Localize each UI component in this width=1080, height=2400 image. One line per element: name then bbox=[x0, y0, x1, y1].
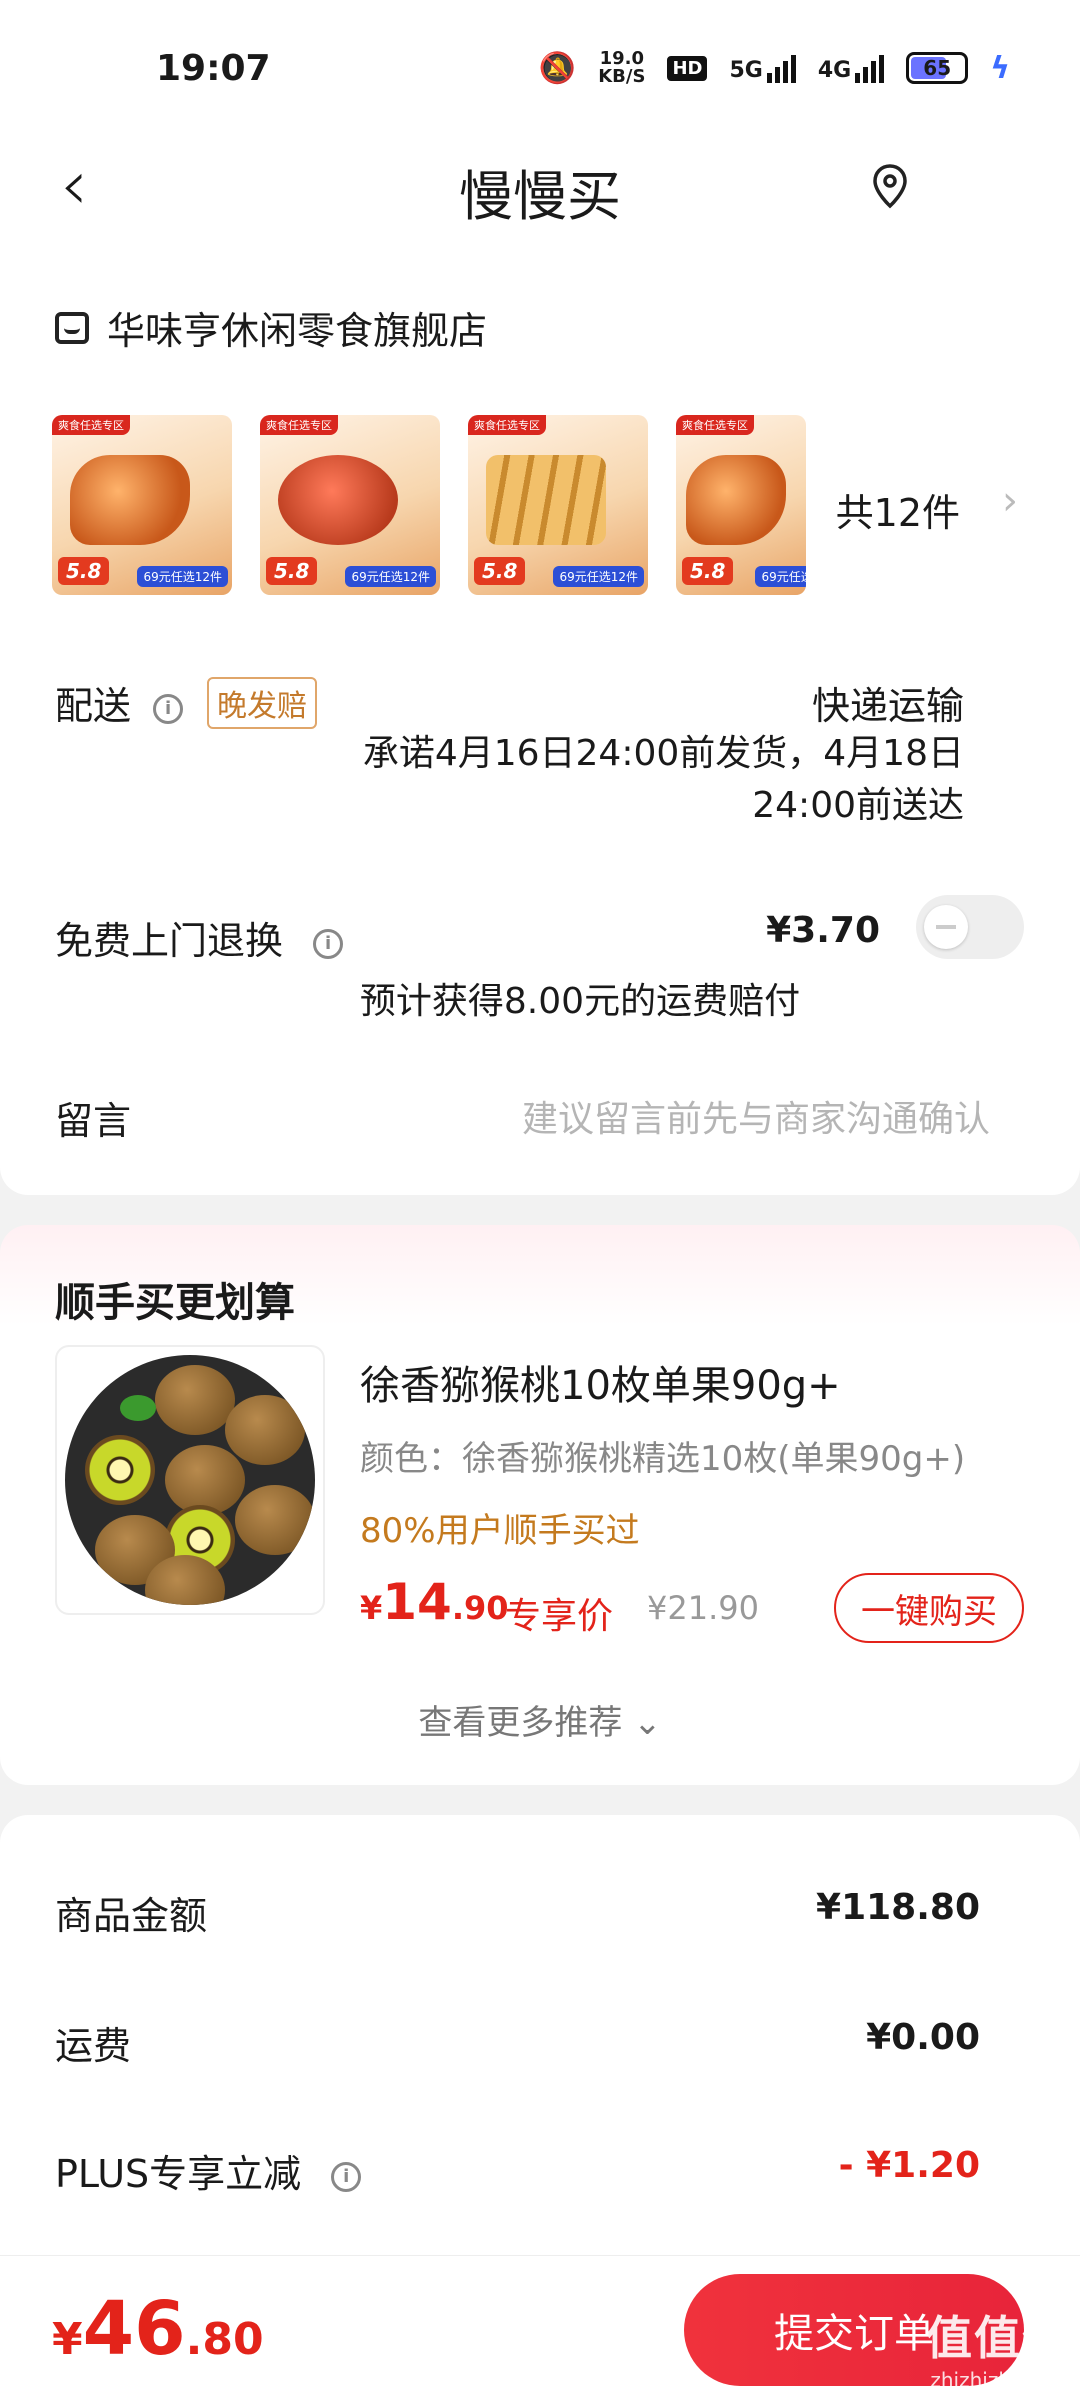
buy-percent: 80%用户顺手买过 bbox=[360, 1511, 640, 1551]
product-thumb[interactable]: 爽食任选专区 5.8 69元任选12件 bbox=[260, 415, 440, 595]
thumb-deal: 69元任选12件 bbox=[345, 566, 436, 587]
watermark: 值值值 zhizhizhi.com bbox=[926, 2302, 1070, 2392]
status-time: 19:07 bbox=[156, 48, 271, 89]
plus-discount-row: PLUS专享立减 i bbox=[55, 2143, 362, 2198]
refund-row-label: 免费上门退换 i bbox=[55, 910, 344, 965]
nav-bar: ‹ 慢慢买 bbox=[0, 130, 1080, 250]
refund-toggle[interactable] bbox=[916, 895, 1024, 959]
food-image bbox=[70, 455, 190, 545]
refund-note: 预计获得8.00元的运费赔付 bbox=[359, 981, 801, 1022]
price-dec: .90 bbox=[451, 1589, 509, 1627]
watermark-url: zhizhizhi.com bbox=[930, 2368, 1066, 2392]
product-thumbnails[interactable]: 爽食任选专区 5.8 69元任选12件 爽食任选专区 5.8 69元任选12件 … bbox=[52, 415, 806, 595]
order-card: 华味亨休闲零食旗舰店 爽食任选专区 5.8 69元任选12件 爽食任选专区 5.… bbox=[0, 250, 1080, 1195]
refund-label: 免费上门退换 bbox=[55, 919, 284, 963]
location-pin-icon[interactable] bbox=[870, 162, 910, 212]
store-name: 华味亨休闲零食旗舰店 bbox=[107, 309, 488, 353]
food-image bbox=[486, 455, 606, 545]
kiwi-product-image[interactable] bbox=[55, 1345, 325, 1615]
freight-label: 运费 bbox=[55, 2024, 132, 2068]
signal-5g-icon: 5G bbox=[729, 53, 796, 83]
total-price: ¥46.80 bbox=[52, 2286, 264, 2372]
info-icon[interactable]: i bbox=[313, 928, 344, 959]
plus-discount-label: PLUS专享立减 bbox=[55, 2152, 302, 2196]
total-dec: .80 bbox=[185, 2314, 264, 2365]
shipping-promise: 承诺4月16日24:00前发货，4月18日24:00前送达 bbox=[362, 733, 964, 826]
battery-icon: 65 bbox=[906, 52, 969, 84]
net1-label: 5G bbox=[729, 58, 763, 83]
product-thumb[interactable]: 爽食任选专区 5.8 69元任选12件 bbox=[52, 415, 232, 595]
thumb-tag: 爽食任选专区 bbox=[260, 415, 338, 435]
info-icon[interactable]: i bbox=[153, 693, 184, 724]
info-icon[interactable]: i bbox=[331, 2161, 362, 2192]
more-recommend-link[interactable]: 查看更多推荐 ⌄ bbox=[0, 1695, 1080, 1744]
page-title: 慢慢买 bbox=[459, 165, 621, 228]
price-summary: 商品金额 ¥118.80 运费 ¥0.00 PLUS专享立减 i - ¥1.20 bbox=[0, 1815, 1080, 2255]
one-click-buy-button[interactable]: 一键购买 bbox=[834, 1573, 1024, 1643]
shipping-label: 配送 bbox=[55, 684, 132, 728]
exclusive-label: 专享价 bbox=[505, 1596, 614, 1637]
kiwi-fruit bbox=[225, 1395, 305, 1465]
message-label: 留言 bbox=[55, 1099, 132, 1143]
refund-price: ¥3.70 bbox=[766, 910, 880, 951]
thumb-deal: 69元任选12件 bbox=[137, 566, 228, 587]
kiwi-fruit bbox=[235, 1485, 315, 1555]
checkout-footer: ¥46.80 提交订单 值值值 zhizhizhi.com bbox=[0, 2255, 1080, 2400]
status-icons: 🔕 19.0 KB/S HD 5G 4G 65 ϟ bbox=[539, 50, 1010, 86]
thumb-tag: 爽食任选专区 bbox=[52, 415, 130, 435]
kiwi-fruit bbox=[155, 1365, 235, 1435]
speed-unit: KB/S bbox=[598, 66, 646, 87]
product-price: ¥14.90 bbox=[360, 1573, 509, 1631]
shipping-row-label: 配送 i bbox=[55, 675, 184, 730]
shipping-method: 快递运输 bbox=[811, 684, 964, 728]
submit-label: 提交订单 bbox=[774, 2311, 934, 2357]
watermark-logo: 值值值 bbox=[926, 2311, 1070, 2365]
chevron-right-icon[interactable]: › bbox=[1002, 478, 1018, 524]
price-int: 14 bbox=[382, 1573, 452, 1631]
store-row[interactable]: 华味亨休闲零食旗舰店 bbox=[55, 300, 487, 355]
status-bar: 19:07 🔕 19.0 KB/S HD 5G 4G 65 ϟ bbox=[0, 0, 1080, 130]
product-thumb[interactable]: 爽食任选专区 5.8 69元任选12件 bbox=[676, 415, 806, 595]
thumb-price: 5.8 bbox=[266, 557, 318, 585]
goods-amount-value: ¥118.80 bbox=[816, 1887, 980, 1928]
freight-value: ¥0.00 bbox=[866, 2017, 980, 2058]
network-speed: 19.0 KB/S bbox=[598, 50, 645, 86]
net2-label: 4G bbox=[817, 58, 852, 83]
thumb-deal: 69元任选12件 bbox=[755, 566, 806, 587]
goods-amount-label: 商品金额 bbox=[55, 1894, 208, 1938]
thumb-price: 5.8 bbox=[682, 557, 734, 585]
signal-4g-icon: 4G bbox=[817, 53, 885, 83]
late-ship-badge: 晚发赔 bbox=[207, 677, 317, 729]
thumb-tag: 爽食任选专区 bbox=[676, 415, 754, 435]
plus-discount-value: - ¥1.20 bbox=[838, 2145, 980, 2186]
store-icon bbox=[55, 311, 89, 344]
thumb-price: 5.8 bbox=[58, 557, 110, 585]
recommend-heading: 顺手买更划算 bbox=[55, 1280, 295, 1326]
original-price: ¥21.90 bbox=[647, 1589, 759, 1627]
food-image bbox=[278, 455, 398, 545]
thumb-price: 5.8 bbox=[474, 557, 526, 585]
product-name[interactable]: 徐香猕猴桃10枚单果90g+ bbox=[360, 1353, 841, 1411]
charging-icon: ϟ bbox=[990, 50, 1010, 86]
total-symbol: ¥ bbox=[52, 2314, 83, 2365]
product-thumb[interactable]: 爽食任选专区 5.8 69元任选12件 bbox=[468, 415, 648, 595]
food-image bbox=[686, 455, 786, 545]
thumb-deal: 69元任选12件 bbox=[553, 566, 644, 587]
battery-level: 65 bbox=[923, 56, 952, 80]
thumb-tag: 爽食任选专区 bbox=[468, 415, 546, 435]
message-input[interactable]: 建议留言前先与商家沟通确认 bbox=[522, 1090, 990, 1142]
mute-bell-icon: 🔕 bbox=[538, 50, 577, 86]
price-symbol: ¥ bbox=[360, 1589, 383, 1627]
mint-leaf bbox=[120, 1395, 156, 1421]
kiwi-half bbox=[85, 1435, 155, 1505]
recommend-card: 顺手买更划算 徐香猕猴桃10枚单果90g+ 颜色：徐香猕猴桃精选10枚(单果90… bbox=[0, 1225, 1080, 1785]
total-int: 46 bbox=[82, 2286, 186, 2372]
kiwi-plate bbox=[65, 1355, 315, 1605]
item-count[interactable]: 共12件 bbox=[836, 482, 960, 537]
hd-icon: HD bbox=[667, 55, 708, 81]
product-spec: 颜色：徐香猕猴桃精选10枚(单果90g+) bbox=[360, 1439, 966, 1479]
